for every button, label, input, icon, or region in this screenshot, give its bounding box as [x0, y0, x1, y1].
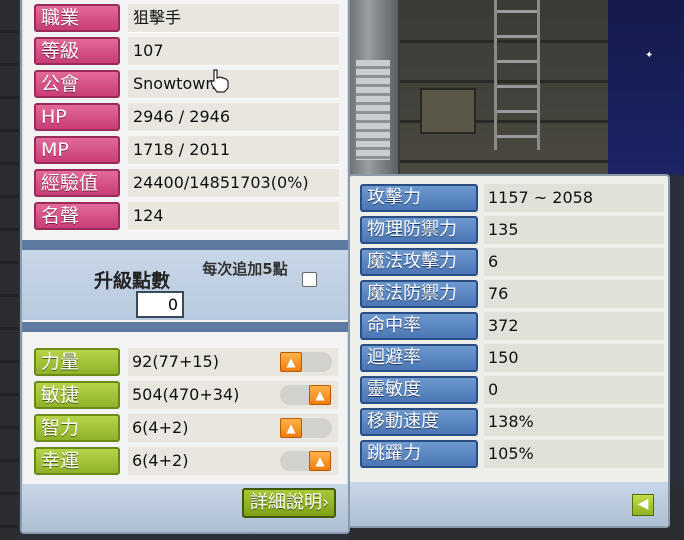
info-value: 1718 / 2011	[128, 136, 339, 165]
auto-assign-checkbox[interactable]	[302, 272, 317, 287]
detail-label: 魔法防禦力	[360, 280, 478, 308]
ability-points-label: 升級點數	[94, 270, 171, 292]
base-stat-list: 力量 92(77+15) ▲ 敏捷 504(470+34) ▲ 智力 6(4+2…	[32, 346, 338, 478]
character-info-list: 職業 狙擊手 等級 107 公會 Snowtown HP 2946 / 2946…	[32, 2, 339, 233]
detail-row-magic-def: 魔法防禦力 76	[358, 278, 664, 310]
info-row-job: 職業 狙擊手	[32, 2, 339, 35]
up-arrow-icon[interactable]: ▲	[280, 352, 302, 372]
detail-label: 攻擊力	[360, 184, 478, 212]
info-row-fame: 名聲 124	[32, 200, 339, 233]
detail-value: 1157 ~ 2058	[484, 184, 664, 212]
background-building	[348, 0, 398, 175]
background-window	[420, 88, 476, 134]
info-label: MP	[34, 136, 120, 164]
info-label: 等級	[34, 37, 120, 65]
background-night-sky	[608, 0, 684, 175]
section-divider	[22, 322, 348, 332]
ability-points-panel: 升級點數 0 每次追加5點	[22, 250, 348, 320]
background-ladder	[494, 0, 540, 150]
info-label: 公會	[34, 70, 120, 98]
up-arrow-icon[interactable]: ▲	[309, 451, 331, 471]
detail-value: 105%	[484, 440, 664, 468]
stat-row-dex: 敏捷 504(470+34) ▲	[32, 379, 338, 412]
background-wall-left	[0, 0, 18, 540]
detail-label: 命中率	[360, 312, 478, 340]
info-row-guild: 公會 Snowtown	[32, 68, 339, 101]
detail-label: 跳躍力	[360, 440, 478, 468]
detail-value: 0	[484, 376, 664, 404]
detail-row-jump: 跳躍力 105%	[358, 438, 664, 470]
detail-label: 魔法攻擊力	[360, 248, 478, 276]
info-label: HP	[34, 103, 120, 131]
detail-label: 靈敏度	[360, 376, 478, 404]
section-divider	[22, 240, 348, 250]
info-row-mp: MP 1718 / 2011	[32, 134, 339, 167]
auto-assign-label: 每次追加5點	[202, 260, 288, 278]
detail-row-weapon-def: 物理防禦力 135	[358, 214, 664, 246]
info-row-hp: HP 2946 / 2946	[32, 101, 339, 134]
stat-window-footer: 詳細說明›	[22, 484, 348, 532]
detail-label: 迴避率	[360, 344, 478, 372]
character-stat-window: 職業 狙擊手 等級 107 公會 Snowtown HP 2946 / 2946…	[20, 0, 350, 534]
detail-row-accuracy: 命中率 372	[358, 310, 664, 342]
detail-value: 76	[484, 280, 664, 308]
detail-label: 移動速度	[360, 408, 478, 436]
detail-row-avoid: 迴避率 150	[358, 342, 664, 374]
stat-label: 敏捷	[34, 381, 120, 409]
detail-value: 138%	[484, 408, 664, 436]
stat-row-str: 力量 92(77+15) ▲	[32, 346, 338, 379]
info-value: 狙擊手	[128, 4, 339, 33]
info-value: 2946 / 2946	[128, 103, 339, 132]
stat-label: 力量	[34, 348, 120, 376]
detail-value: 150	[484, 344, 664, 372]
detail-stat-window: 攻擊力 1157 ~ 2058 物理防禦力 135 魔法攻擊力 6 魔法防禦力 …	[348, 174, 670, 528]
detail-row-speed: 移動速度 138%	[358, 406, 664, 438]
detail-label: 物理防禦力	[360, 216, 478, 244]
stat-label: 幸運	[34, 447, 120, 475]
detail-value: 135	[484, 216, 664, 244]
stat-row-int: 智力 6(4+2) ▲	[32, 412, 338, 445]
info-value: 124	[128, 202, 339, 231]
detail-value: 372	[484, 312, 664, 340]
info-value: Snowtown	[128, 70, 339, 99]
info-label: 職業	[34, 4, 120, 32]
detail-row-attack: 攻擊力 1157 ~ 2058	[358, 182, 664, 214]
info-row-level: 等級 107	[32, 35, 339, 68]
info-row-exp: 經驗值 24400/14851703(0%)	[32, 167, 339, 200]
detail-window-footer: ◀	[350, 482, 668, 526]
hand-cursor-icon	[210, 69, 229, 93]
detail-row-magic-attack: 魔法攻擊力 6	[358, 246, 664, 278]
info-value: 107	[128, 37, 339, 66]
detail-row-hands: 靈敏度 0	[358, 374, 664, 406]
detail-stat-list: 攻擊力 1157 ~ 2058 物理防禦力 135 魔法攻擊力 6 魔法防禦力 …	[358, 182, 664, 470]
up-arrow-icon[interactable]: ▲	[309, 385, 331, 405]
stat-label: 智力	[34, 414, 120, 442]
up-arrow-icon[interactable]: ▲	[280, 418, 302, 438]
star-icon: ✦	[645, 50, 654, 61]
info-label: 名聲	[34, 202, 120, 230]
detail-value: 6	[484, 248, 664, 276]
stat-row-luk: 幸運 6(4+2) ▲	[32, 445, 338, 478]
ability-points-value: 0	[136, 291, 184, 318]
back-arrow-icon[interactable]: ◀	[632, 494, 654, 516]
detail-button[interactable]: 詳細說明›	[242, 488, 336, 518]
info-value: 24400/14851703(0%)	[128, 169, 339, 198]
info-label: 經驗值	[34, 169, 120, 197]
